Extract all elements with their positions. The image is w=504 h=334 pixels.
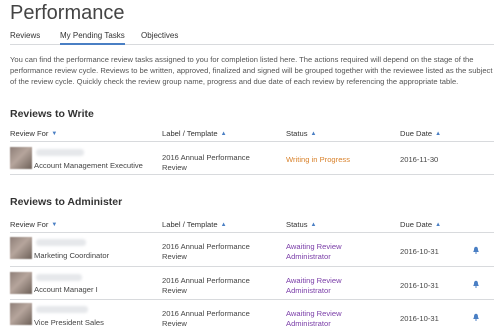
due-date: 2016-10-31 [400,281,439,290]
column-header-label-template[interactable]: Label / Template ▲ [162,129,227,138]
tab-bar: Reviews My Pending Tasks Objectives [10,31,494,45]
redacted-name [36,239,86,246]
intro-text: You can find the performance review task… [10,55,493,86]
reviewee-role: Marketing Coordinator [34,251,110,260]
column-header-status[interactable]: Status ▲ [286,129,316,138]
sort-asc-icon: ▲ [220,222,227,228]
bell-icon[interactable] [472,313,480,321]
due-date: 2016-10-31 [400,247,439,256]
column-header-due-date[interactable]: Due Date ▲ [400,220,441,229]
avatar [10,303,32,325]
avatar [10,272,32,294]
redacted-name [36,149,84,156]
divider [10,299,494,300]
column-header-review-for[interactable]: Review For ▼ [10,220,57,229]
divider [10,174,494,175]
redacted-name [36,306,88,313]
tab-objectives[interactable]: Objectives [141,31,178,45]
column-header-status[interactable]: Status ▲ [286,220,316,229]
divider [10,232,494,233]
reviewee-role: Vice President Sales [34,318,104,327]
avatar [10,147,32,169]
page-title: Performance [10,2,125,24]
due-date: 2016-11-30 [400,155,439,164]
tab-my-pending-tasks[interactable]: My Pending Tasks [60,31,125,45]
reviewee-role: Account Manager I [34,285,98,294]
column-header-due-date[interactable]: Due Date ▲ [400,129,441,138]
divider [10,141,494,142]
sort-desc-icon: ▼ [51,222,58,228]
redacted-name [36,274,82,281]
review-template[interactable]: 2016 Annual Performance Review [162,242,272,261]
column-header-review-for[interactable]: Review For ▼ [10,129,57,138]
review-template[interactable]: 2016 Annual Performance Review [162,276,272,295]
review-template[interactable]: 2016 Annual Performance Review [162,153,272,172]
tab-reviews[interactable]: Reviews [10,31,40,45]
bell-icon[interactable] [472,246,480,254]
sort-asc-icon: ▲ [435,222,442,228]
review-template[interactable]: 2016 Annual Performance Review [162,309,272,328]
reviewee-role: Account Management Executive [34,161,143,170]
column-header-label-template[interactable]: Label / Template ▲ [162,220,227,229]
sort-asc-icon: ▲ [310,131,317,137]
sort-asc-icon: ▲ [435,131,442,137]
sort-desc-icon: ▼ [51,131,58,137]
due-date: 2016-10-31 [400,314,439,323]
bell-icon[interactable] [472,280,480,288]
status-text: Writing in Progress [286,155,351,164]
section-title-reviews-to-write: Reviews to Write [10,108,94,120]
status-text: Awaiting Review Administrator [286,276,342,295]
sort-asc-icon: ▲ [220,131,227,137]
status-text: Awaiting Review Administrator [286,242,342,261]
sort-asc-icon: ▲ [310,222,317,228]
avatar [10,237,32,259]
section-title-reviews-to-administer: Reviews to Administer [10,196,123,208]
divider [10,266,494,267]
status-text: Awaiting Review Administrator [286,309,342,328]
